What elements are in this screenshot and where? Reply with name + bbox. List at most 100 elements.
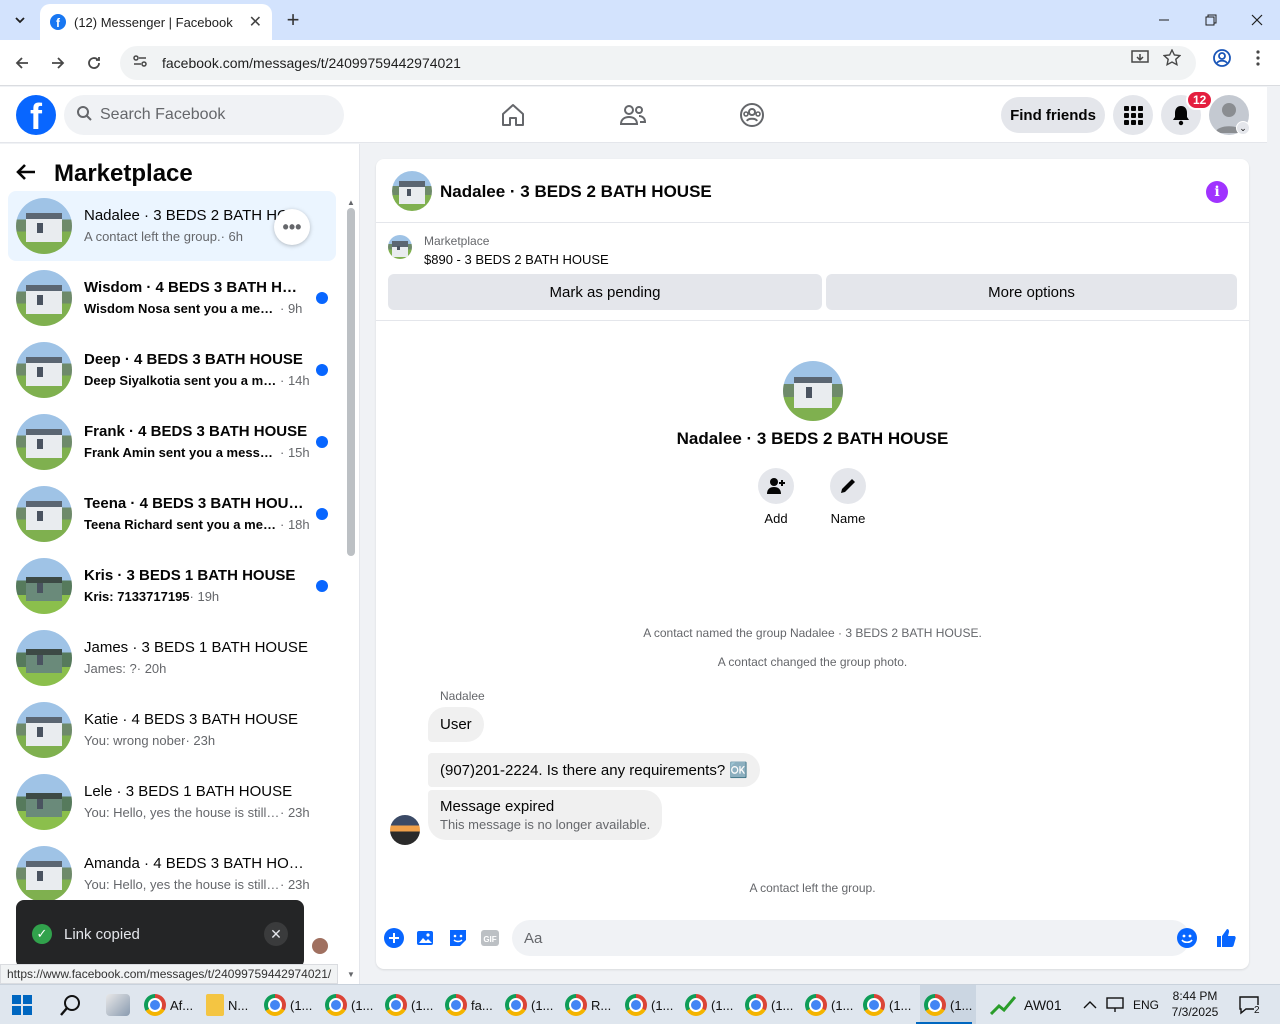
facebook-logo-icon[interactable]: f [16, 95, 56, 135]
minimize-icon[interactable] [1141, 0, 1187, 40]
info-icon[interactable]: i [1206, 181, 1228, 203]
chevron-down-icon[interactable]: ⌄ [1236, 121, 1250, 135]
taskbar-chrome-window[interactable]: fa... [445, 985, 493, 1024]
gif-icon[interactable]: GIF [479, 927, 501, 949]
message-bubble[interactable]: User [428, 707, 484, 742]
facebook-search-input[interactable]: Search Facebook [64, 95, 344, 135]
photo-icon[interactable] [415, 927, 437, 949]
chat-avatar[interactable] [392, 171, 432, 211]
more-options-icon[interactable]: ••• [274, 209, 310, 245]
sticker-icon[interactable] [447, 927, 469, 949]
chrome-menu-kebab-icon[interactable] [1248, 48, 1268, 68]
toast-close-icon[interactable]: ✕ [264, 922, 288, 946]
mark-as-pending-button[interactable]: Mark as pending [388, 274, 822, 310]
tab-search-chevron-icon[interactable] [6, 6, 34, 34]
groups-icon[interactable] [736, 99, 768, 131]
taskbar-chrome-window-active[interactable]: (1... [920, 985, 977, 1024]
listing-thumbnail [16, 270, 72, 326]
message-input[interactable]: Aa [512, 920, 1190, 956]
emoji-icon[interactable] [1176, 927, 1198, 949]
conversation-item[interactable]: Nadalee · 3 BEDS 2 BATH HOUSE A contact … [8, 191, 336, 261]
restore-icon[interactable] [1188, 0, 1234, 40]
conversation-item[interactable]: Wisdom · 4 BEDS 3 BATH HOUSE Wisdom Nosa… [8, 263, 336, 333]
sender-avatar[interactable] [390, 815, 420, 845]
message-bubble[interactable]: (907)201-2224. Is there any requirements… [428, 753, 761, 787]
conversation-snippet: You: Hello, yes the house is still avail… [84, 805, 310, 820]
chat-panel: Nadalee · 3 BEDS 2 BATH HOUSE i Marketpl… [376, 159, 1249, 969]
chrome-profile-icon[interactable] [1212, 48, 1232, 68]
thumbs-up-icon[interactable] [1215, 927, 1237, 949]
home-icon[interactable] [497, 99, 529, 131]
more-options-button[interactable]: More options [826, 274, 1237, 310]
forward-arrow-icon[interactable] [44, 49, 72, 77]
system-clock[interactable]: 8:44 PM 7/3/2025 [1160, 988, 1230, 1020]
taskbar-chrome-window[interactable]: R... [565, 985, 611, 1024]
add-people-button[interactable]: Add [746, 468, 806, 526]
plus-circle-icon[interactable] [383, 927, 405, 949]
scroll-up-icon[interactable]: ▲ [347, 198, 355, 207]
folder-icon [206, 994, 224, 1016]
conversation-item[interactable]: Teena · 4 BEDS 3 BATH HOUSE Teena Richar… [8, 479, 336, 549]
chart-app-icon [990, 996, 1016, 1015]
reload-icon[interactable] [80, 49, 108, 77]
friends-icon[interactable] [617, 99, 649, 131]
find-friends-button[interactable]: Find friends [1001, 97, 1105, 133]
network-icon[interactable] [1106, 985, 1124, 1024]
taskbar-chrome-window[interactable]: (1... [863, 985, 911, 1024]
group-name: Nadalee · 3 BEDS 2 BATH HOUSE [676, 429, 949, 448]
action-center-icon[interactable]: 2 [1238, 985, 1260, 1024]
page-scrollbar[interactable] [1267, 87, 1280, 984]
taskbar-chrome-window[interactable]: (1... [805, 985, 853, 1024]
menu-grid-icon[interactable] [1113, 95, 1153, 135]
back-arrow-icon[interactable] [8, 49, 36, 77]
listing-thumbnail[interactable] [388, 235, 412, 259]
listing-price[interactable]: $890 - 3 BEDS 2 BATH HOUSE [424, 252, 609, 267]
conversation-item[interactable]: Frank · 4 BEDS 3 BATH HOUSE Frank Amin s… [8, 407, 336, 477]
taskbar-chrome-window[interactable]: (1... [625, 985, 673, 1024]
taskbar-explorer-window[interactable]: N... [206, 985, 248, 1024]
conversation-snippet: You: wrong nober · 23h [84, 733, 216, 748]
unread-dot [316, 436, 328, 448]
taskbar-chrome-window[interactable]: (1... [385, 985, 433, 1024]
name-label: Name [830, 511, 866, 526]
tray-chevron-up-icon[interactable] [1083, 985, 1097, 1024]
taskbar-chrome-window[interactable]: (1... [264, 985, 312, 1024]
conversation-item[interactable]: Katie · 4 BEDS 3 BATH HOUSE You: wrong n… [8, 695, 336, 765]
conversation-item[interactable]: Deep · 4 BEDS 3 BATH HOUSE Deep Siyalkot… [8, 335, 336, 405]
back-arrow-icon[interactable] [16, 163, 36, 186]
windows-start-icon[interactable] [12, 985, 32, 1024]
conversation-name: James · 3 BEDS 1 BATH HOUSE [84, 639, 308, 656]
tab-close-icon[interactable]: ✕ [249, 12, 262, 32]
conversation-item[interactable]: James · 3 BEDS 1 BATH HOUSE James: ? · 2… [8, 623, 336, 693]
taskbar-app-icon[interactable] [106, 985, 130, 1024]
scroll-down-icon[interactable]: ▼ [347, 970, 355, 979]
install-app-icon[interactable] [1130, 48, 1150, 68]
expired-message-bubble[interactable]: Message expired This message is no longe… [428, 790, 663, 840]
conversation-snippet: Frank Amin sent you a message. · 15h [84, 445, 310, 460]
browser-tab-messenger[interactable]: f (12) Messenger | Facebook ✕ [40, 4, 272, 40]
taskbar-aw01-app[interactable]: AW01 [990, 985, 1062, 1024]
toast-message: Link copied [64, 925, 140, 943]
taskbar-chrome-window[interactable]: (1... [745, 985, 793, 1024]
taskbar-chrome-window[interactable]: (1... [325, 985, 373, 1024]
taskbar-search-icon[interactable] [60, 985, 82, 1024]
url-omnibox[interactable]: facebook.com/messages/t/2409975944297402… [120, 46, 1196, 80]
taskbar-chrome-window[interactable]: Af... [144, 985, 193, 1024]
conversation-item[interactable]: Kris · 3 BEDS 1 BATH HOUSE Kris: 7133717… [8, 551, 336, 621]
conversation-list-scrollbar[interactable] [347, 208, 355, 556]
site-settings-icon[interactable] [132, 53, 148, 74]
bookmark-star-icon[interactable] [1162, 48, 1182, 68]
conversation-snippet: Deep Siyalkotia sent you a message. · 14… [84, 373, 310, 388]
notification-badge: 12 [1186, 90, 1214, 110]
name-group-button[interactable]: Name [818, 468, 878, 526]
close-window-icon[interactable] [1234, 0, 1280, 40]
system-message: A contact changed the group photo. [717, 655, 908, 669]
new-tab-plus-icon[interactable]: + [282, 7, 304, 32]
conversation-name: Kris · 3 BEDS 1 BATH HOUSE [84, 567, 296, 584]
chat-title[interactable]: Nadalee · 3 BEDS 2 BATH HOUSE [440, 182, 712, 202]
taskbar-chrome-window[interactable]: (1... [685, 985, 733, 1024]
language-indicator[interactable]: ENG [1133, 985, 1159, 1024]
conversation-item[interactable]: Lele · 3 BEDS 1 BATH HOUSE You: Hello, y… [8, 767, 336, 837]
taskbar-chrome-window[interactable]: (1... [505, 985, 553, 1024]
conversation-item[interactable]: Amanda · 4 BEDS 3 BATH HOUSE You: Hello,… [8, 839, 336, 909]
